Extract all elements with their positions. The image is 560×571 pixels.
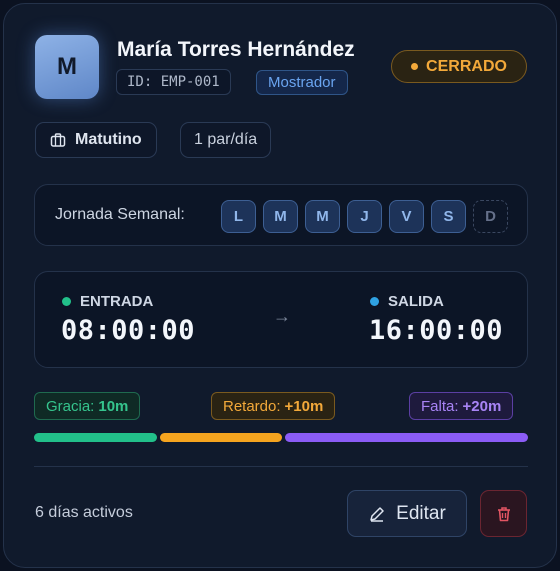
weekly-schedule-panel: Jornada Semanal: L M M J V S D bbox=[34, 184, 528, 246]
exit-label: SALIDA bbox=[370, 293, 444, 310]
entry-time: 08:00:00 bbox=[61, 315, 196, 346]
absence-bar bbox=[285, 433, 528, 442]
employee-name: María Torres Hernández bbox=[117, 38, 355, 61]
late-badge: Retardo: +10m bbox=[211, 392, 336, 420]
pairs-label: 1 par/día bbox=[194, 131, 258, 148]
status-badge: CERRADO bbox=[391, 50, 527, 83]
grace-value: 10m bbox=[98, 397, 129, 415]
status-dot-icon bbox=[411, 63, 419, 70]
shift-chip: Matutino bbox=[35, 122, 157, 158]
edit-button[interactable]: Editar bbox=[347, 490, 467, 537]
status-label: CERRADO bbox=[426, 57, 507, 75]
entry-dot-icon bbox=[62, 297, 71, 306]
late-label: Retardo: bbox=[223, 397, 281, 415]
entry-label: ENTRADA bbox=[62, 293, 153, 310]
day-monday: L bbox=[221, 200, 256, 233]
entry-label-text: ENTRADA bbox=[80, 293, 154, 310]
delete-button[interactable] bbox=[480, 490, 527, 537]
late-bar bbox=[160, 433, 282, 442]
schedule-panel: ENTRADA 08:00:00 → SALIDA 16:00:00 bbox=[34, 271, 528, 368]
day-wednesday: M bbox=[305, 200, 340, 233]
day-sunday: D bbox=[473, 200, 508, 233]
active-days-text: 6 días activos bbox=[35, 504, 133, 521]
day-tuesday: M bbox=[263, 200, 298, 233]
exit-label-text: SALIDA bbox=[388, 293, 444, 310]
shift-label: Matutino bbox=[75, 131, 142, 148]
department-badge: Mostrador bbox=[256, 70, 348, 95]
weekly-schedule-label: Jornada Semanal: bbox=[55, 206, 185, 223]
exit-dot-icon bbox=[370, 297, 379, 306]
divider bbox=[34, 466, 528, 467]
edit-label: Editar bbox=[396, 502, 446, 524]
briefcase-icon bbox=[50, 133, 66, 147]
grace-badge: Gracia: 10m bbox=[34, 392, 141, 420]
absence-value: +20m bbox=[462, 397, 502, 415]
employee-card: M María Torres Hernández ID: EMP-001 Mos… bbox=[3, 3, 557, 568]
late-value: +10m bbox=[284, 397, 324, 415]
absence-label: Falta: bbox=[421, 397, 459, 415]
employee-id-badge: ID: EMP-001 bbox=[116, 69, 231, 95]
trash-icon bbox=[497, 506, 510, 521]
pencil-icon bbox=[370, 506, 384, 522]
day-thursday: J bbox=[347, 200, 382, 233]
day-saturday: S bbox=[431, 200, 466, 233]
grace-label: Gracia: bbox=[46, 397, 95, 415]
exit-time: 16:00:00 bbox=[369, 315, 504, 346]
avatar: M bbox=[35, 35, 99, 99]
arrow-right-icon: → bbox=[273, 306, 291, 326]
absence-badge: Falta: +20m bbox=[409, 392, 514, 420]
day-friday: V bbox=[389, 200, 424, 233]
pairs-chip: 1 par/día bbox=[180, 122, 272, 158]
grace-bar bbox=[34, 433, 157, 442]
